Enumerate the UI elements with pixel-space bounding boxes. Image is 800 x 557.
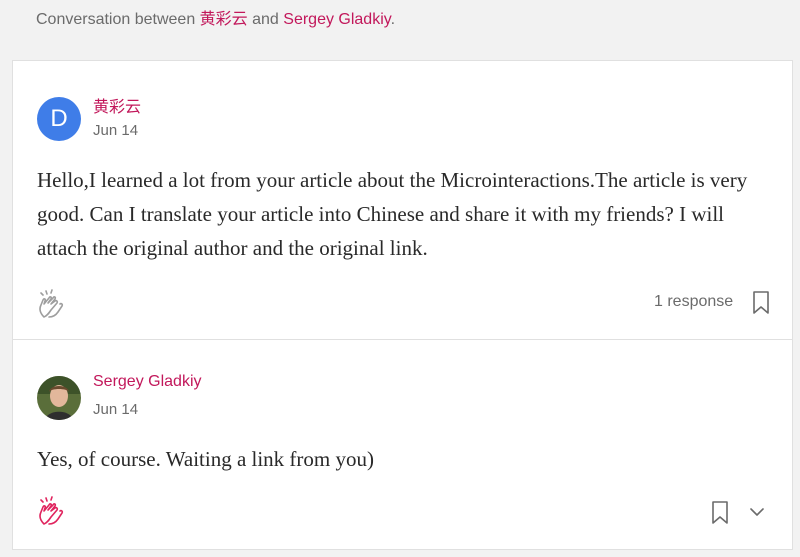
header-user1-link[interactable]: 黄彩云 bbox=[200, 11, 248, 28]
header-suffix: . bbox=[390, 11, 396, 28]
chevron-down-icon[interactable] bbox=[748, 505, 766, 519]
avatar[interactable] bbox=[37, 376, 81, 420]
post-date[interactable]: Jun 14 bbox=[93, 401, 138, 418]
header-prefix: Conversation between bbox=[36, 11, 200, 28]
post-body: Hello,I learned a lot from your article … bbox=[37, 168, 748, 260]
clap-icon[interactable] bbox=[35, 289, 69, 321]
header-user2-link[interactable]: Sergey Gladkiy bbox=[283, 11, 390, 28]
post-card: D 黄彩云 Jun 14 Hello,I learned a lot from … bbox=[12, 60, 793, 340]
clap-icon[interactable] bbox=[35, 496, 69, 528]
reply-card: Sergey Gladkiy Jun 14 Yes, of course. Wa… bbox=[12, 339, 793, 550]
bookmark-icon[interactable] bbox=[710, 500, 730, 526]
avatar[interactable]: D bbox=[37, 97, 81, 141]
author-name[interactable]: 黄彩云 bbox=[93, 93, 141, 117]
reply-body: Yes, of course. Waiting a link from you) bbox=[37, 447, 374, 471]
post-date[interactable]: Jun 14 bbox=[93, 122, 138, 139]
conversation-header: Conversation between 黄彩云 and Sergey Glad… bbox=[36, 8, 395, 32]
bookmark-icon[interactable] bbox=[751, 290, 771, 316]
responses-count[interactable]: 1 response bbox=[654, 293, 733, 311]
header-conjunction: and bbox=[247, 11, 284, 28]
author-name[interactable]: Sergey Gladkiy bbox=[93, 373, 202, 391]
